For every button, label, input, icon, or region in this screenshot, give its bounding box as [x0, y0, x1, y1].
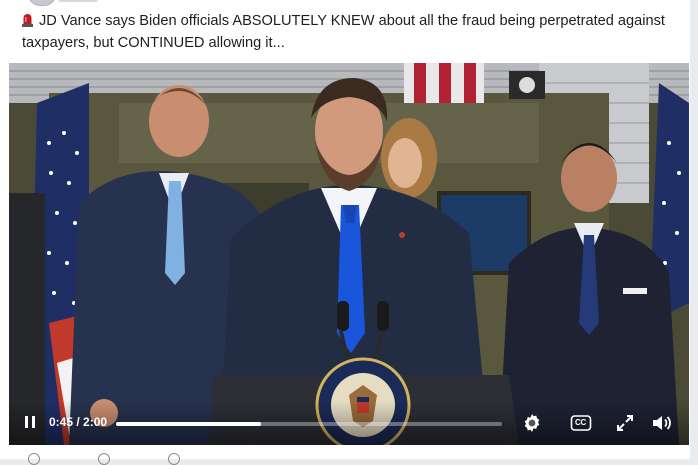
author-name-placeholder [58, 0, 98, 2]
video-player[interactable]: 0:45 / 2:00 CC [9, 63, 689, 445]
post-actions-strip [0, 445, 690, 465]
post-card: JD Vance says Biden officials ABSOLUTELY… [0, 0, 690, 465]
captions-label: CC [575, 418, 586, 427]
fullscreen-icon[interactable] [613, 411, 637, 435]
share-icon[interactable] [168, 453, 180, 465]
progress-bar[interactable] [116, 422, 502, 426]
volume-icon[interactable] [650, 411, 674, 435]
video-timestamp: 0:45 / 2:00 [49, 415, 108, 429]
video-frame [9, 63, 689, 445]
comment-icon[interactable] [98, 453, 110, 465]
progress-fill [116, 422, 261, 426]
post-text-body: JD Vance says Biden officials ABSOLUTELY… [22, 13, 665, 51]
video-controls: 0:45 / 2:00 CC [9, 401, 689, 445]
author-avatar[interactable] [28, 0, 56, 6]
like-icon[interactable] [28, 453, 40, 465]
duration: 2:00 [83, 415, 108, 429]
pause-icon[interactable] [23, 415, 39, 431]
current-time: 0:45 [49, 415, 74, 429]
gear-icon[interactable] [520, 411, 544, 435]
siren-icon [22, 14, 33, 27]
closed-captions-icon[interactable]: CC [569, 411, 593, 435]
post-text: JD Vance says Biden officials ABSOLUTELY… [22, 10, 682, 54]
